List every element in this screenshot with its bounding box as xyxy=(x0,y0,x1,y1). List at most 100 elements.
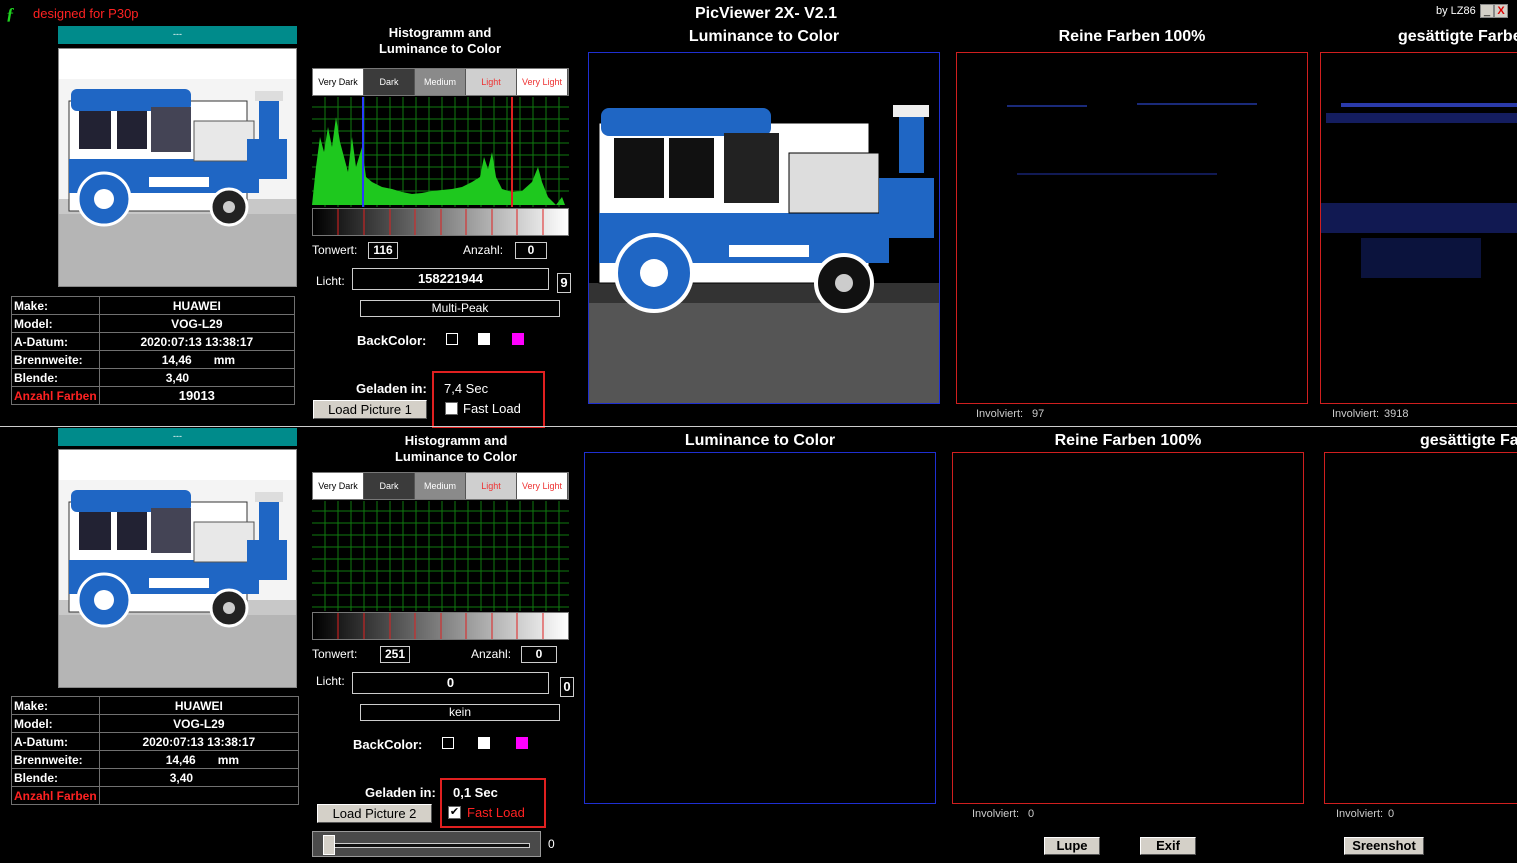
tonwert-field[interactable]: 116 xyxy=(368,242,398,259)
tonwert-field[interactable]: 251 xyxy=(380,646,410,663)
load-picture-2-button[interactable]: Load Picture 2 xyxy=(317,804,432,823)
tone-dark: Dark xyxy=(364,473,415,499)
histogram-chart-1[interactable] xyxy=(312,97,569,207)
tone-very-dark: Very Dark xyxy=(313,69,364,95)
train-photo-2 xyxy=(59,450,296,687)
geladen-label: Geladen in: xyxy=(365,785,436,800)
color-count-value xyxy=(98,786,300,805)
licht-field[interactable]: 0 xyxy=(352,672,549,694)
fast-load-label: Fast Load xyxy=(467,805,525,820)
luminance-view-1[interactable] xyxy=(587,51,941,405)
anzahl-field[interactable]: 0 xyxy=(515,242,547,259)
involviert-value-sat-1: 3918 xyxy=(1384,408,1409,420)
author-label: by LZ86 xyxy=(1436,5,1476,17)
date-value: 2020:07:13 13:38:17 xyxy=(98,332,296,351)
tone-dark: Dark xyxy=(364,69,415,95)
color-count-label: Anzahl Farben xyxy=(11,386,100,405)
minimize-button[interactable]: _ xyxy=(1480,4,1494,18)
involviert-label-reine-1: Involviert: xyxy=(976,408,1024,420)
anzahl-field[interactable]: 0 xyxy=(521,646,557,663)
focal-value: 14,46 xyxy=(165,752,196,767)
backcolor-white-swatch[interactable] xyxy=(478,333,490,345)
tonwert-label: Tonwert: xyxy=(312,243,358,257)
licht-field[interactable]: 158221944 xyxy=(352,268,549,290)
thumbnail-image-1[interactable] xyxy=(58,48,297,287)
geladen-label: Geladen in: xyxy=(356,381,427,396)
lupe-button[interactable]: Lupe xyxy=(1044,837,1100,855)
slider-value: 0 xyxy=(548,837,555,851)
mode-field[interactable]: Multi-Peak xyxy=(360,300,560,317)
load-time-value: 7,4 Sec xyxy=(444,381,489,396)
backcolor-magenta-swatch[interactable] xyxy=(516,737,528,749)
luminance-title-2: Luminance to Color xyxy=(684,432,836,449)
backcolor-label: BackColor: xyxy=(357,333,427,348)
aperture-value: 3,40 xyxy=(169,770,194,785)
tone-medium: Medium xyxy=(415,69,466,95)
focal-unit: mm xyxy=(217,752,240,767)
involviert-label-sat-1: Involviert: xyxy=(1332,408,1380,420)
backcolor-white-swatch[interactable] xyxy=(478,737,490,749)
focal-label: Brennweite: xyxy=(11,350,100,369)
licht-index-field[interactable]: 0 xyxy=(560,677,574,697)
exif-table-1: Make: HUAWEI Model: VOG-L29 A-Datum: 2020:0… xyxy=(11,296,296,405)
make-label: Make: xyxy=(11,696,100,715)
histogram-title-2: Histogramm and Luminance to Color xyxy=(394,433,518,464)
fast-load-checkbox[interactable]: ✔ xyxy=(448,806,461,819)
focal-value: 14,46 xyxy=(161,352,192,367)
tone-very-light: Very Light xyxy=(517,69,568,95)
tone-light: Light xyxy=(466,69,517,95)
tone-legend-2: Very Dark Dark Medium Light Very Light xyxy=(312,472,569,500)
luminance-view-2[interactable] xyxy=(584,452,936,804)
sat-view-2[interactable] xyxy=(1324,452,1517,804)
designed-for-label: designed for P30p xyxy=(33,6,139,21)
load-picture-1-button[interactable]: Load Picture 1 xyxy=(313,400,427,419)
model-value: VOG-L29 xyxy=(98,314,296,333)
mode-field[interactable]: kein xyxy=(360,704,560,721)
tone-very-dark: Very Dark xyxy=(313,473,364,499)
make-value: HUAWEI xyxy=(98,296,296,315)
make-value: HUAWEI xyxy=(98,696,300,715)
screenshot-button[interactable]: Sreenshot xyxy=(1344,837,1424,855)
model-label: Model: xyxy=(11,714,100,733)
tone-medium: Medium xyxy=(415,473,466,499)
backcolor-black-swatch[interactable] xyxy=(446,333,458,345)
date-label: A-Datum: xyxy=(11,332,100,351)
backcolor-magenta-swatch[interactable] xyxy=(512,333,524,345)
involviert-label-reine-2: Involviert: xyxy=(972,808,1020,820)
slider-thumb[interactable] xyxy=(323,835,335,855)
exif-button[interactable]: Exif xyxy=(1140,837,1196,855)
close-button[interactable]: X xyxy=(1494,4,1508,18)
reine-view-1[interactable] xyxy=(956,52,1308,404)
tone-gradient-1[interactable] xyxy=(312,208,569,236)
aperture-label: Blende: xyxy=(11,768,100,787)
backcolor-black-swatch[interactable] xyxy=(442,737,454,749)
fast-load-checkbox[interactable] xyxy=(445,402,458,415)
sat-view-1[interactable] xyxy=(1320,52,1517,404)
reine-title-2: Reine Farben 100% xyxy=(1054,432,1202,449)
reine-view-2[interactable] xyxy=(952,452,1304,804)
load-time-value: 0,1 Sec xyxy=(453,785,498,800)
tone-legend-1: Very Dark Dark Medium Light Very Light xyxy=(312,68,569,96)
licht-index-field[interactable]: 9 xyxy=(557,273,571,293)
color-count-label: Anzahl Farben xyxy=(11,786,100,805)
thumbnail-image-2[interactable] xyxy=(58,449,297,688)
focal-label: Brennweite: xyxy=(11,750,100,769)
histogram-chart-2[interactable] xyxy=(312,501,569,611)
date-value: 2020:07:13 13:38:17 xyxy=(98,732,300,751)
luminance-title-1: Luminance to Color xyxy=(688,28,840,45)
exif-table-2: Make: HUAWEI Model: VOG-L29 A-Datum: 2020:0… xyxy=(11,696,300,805)
panel-divider xyxy=(0,426,1517,427)
involviert-value-sat-2: 0 xyxy=(1388,808,1395,820)
make-label: Make: xyxy=(11,296,100,315)
reine-title-1: Reine Farben 100% xyxy=(1058,28,1206,45)
tone-gradient-2[interactable] xyxy=(312,612,569,640)
model-label: Model: xyxy=(11,314,100,333)
app-title: PicViewer 2X- V2.1 xyxy=(694,5,837,22)
tone-slider[interactable] xyxy=(312,831,541,857)
licht-label: Licht: xyxy=(316,274,345,288)
involviert-value-reine-1: 97 xyxy=(1032,408,1045,420)
train-photo-1 xyxy=(59,49,296,286)
licht-label: Licht: xyxy=(316,674,345,688)
thumbnail-header-2: --- xyxy=(58,428,297,446)
fast-load-label: Fast Load xyxy=(463,401,521,416)
